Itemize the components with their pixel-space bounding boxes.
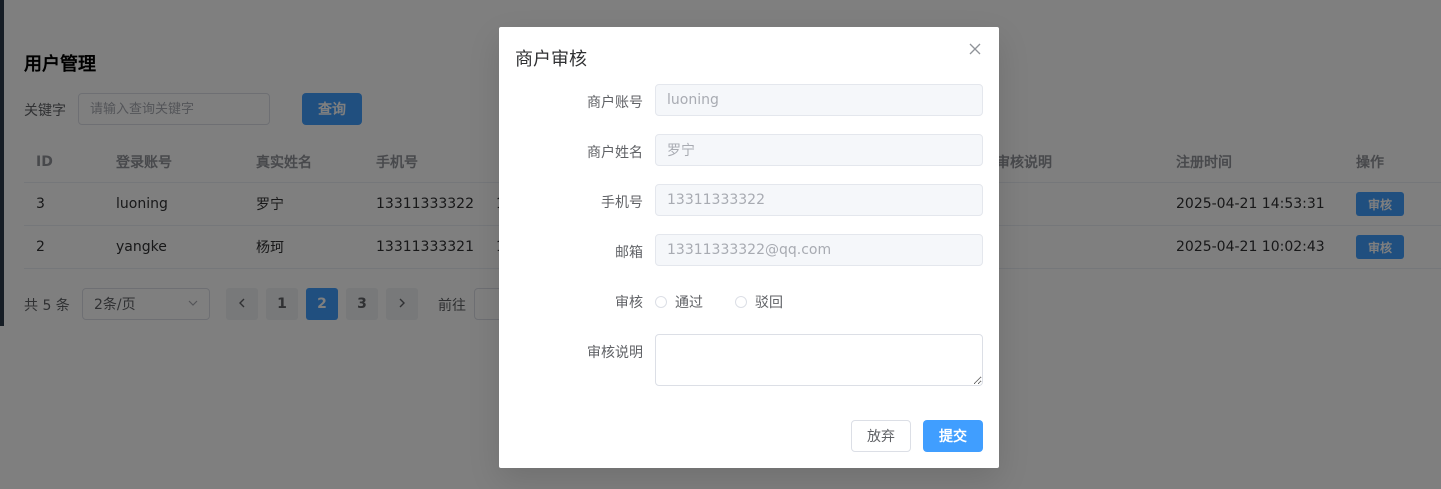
audit-label: 审核 bbox=[615, 295, 643, 311]
merchant-audit-dialog: 商户审核 商户账号 luoning 商户姓名 罗宁 手机号 1331133332… bbox=[499, 27, 999, 468]
radio-reject-label: 驳回 bbox=[755, 295, 783, 311]
account-label: 商户账号 bbox=[587, 95, 643, 111]
cancel-button[interactable]: 放弃 bbox=[851, 420, 911, 452]
email-field[interactable]: 13311333322@qq.com bbox=[655, 234, 983, 266]
close-icon[interactable] bbox=[967, 41, 983, 57]
remark-textarea[interactable] bbox=[655, 334, 983, 386]
dialog-title: 商户审核 bbox=[515, 49, 587, 70]
phone-field[interactable]: 13311333322 bbox=[655, 184, 983, 216]
submit-button[interactable]: 提交 bbox=[923, 420, 983, 452]
radio-reject[interactable]: 驳回 bbox=[735, 292, 783, 312]
radio-approve-label: 通过 bbox=[675, 295, 703, 311]
account-field[interactable]: luoning bbox=[655, 84, 983, 116]
radio-circle[interactable] bbox=[655, 296, 667, 308]
email-label: 邮箱 bbox=[615, 245, 643, 261]
name-field[interactable]: 罗宁 bbox=[655, 134, 983, 166]
name-label: 商户姓名 bbox=[587, 145, 643, 161]
phone-label: 手机号 bbox=[601, 195, 643, 211]
audit-radio-group: 通过 驳回 bbox=[655, 292, 815, 312]
radio-approve[interactable]: 通过 bbox=[655, 292, 703, 312]
remark-label: 审核说明 bbox=[587, 345, 643, 361]
radio-circle[interactable] bbox=[735, 296, 747, 308]
